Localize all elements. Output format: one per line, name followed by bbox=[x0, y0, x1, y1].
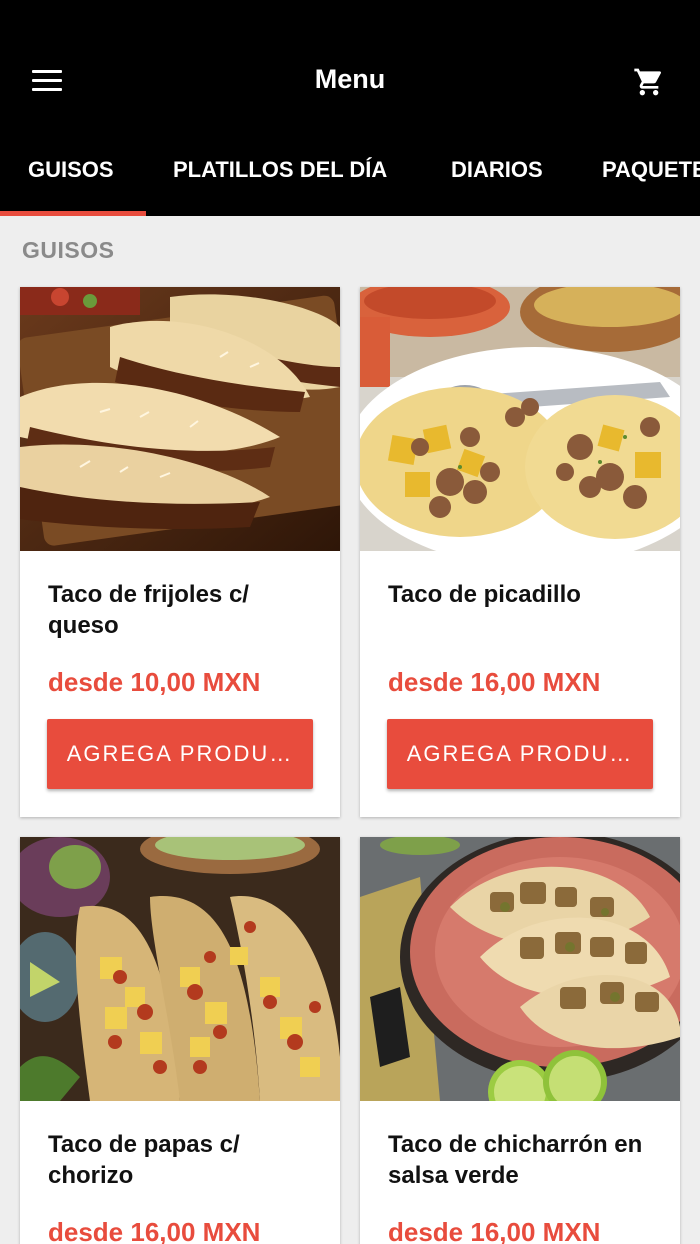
tab-paquetes[interactable]: PAQUETES bbox=[602, 140, 700, 216]
product-name: Taco de picadillo bbox=[388, 581, 581, 608]
app-screen: Menu GUISOS PLATILLOS DEL DÍA DIARIOS PA… bbox=[0, 0, 700, 1244]
add-product-button[interactable]: AGREGA PRODU… bbox=[47, 719, 313, 789]
product-card[interactable]: Taco de frijoles c/ queso desde 10,00 MX… bbox=[20, 287, 340, 817]
app-bar: Menu bbox=[0, 0, 700, 140]
tab-label: PLATILLOS DEL DÍA bbox=[173, 157, 388, 182]
shopping-cart-icon[interactable] bbox=[632, 66, 668, 98]
tab-diarios[interactable]: DIARIOS bbox=[451, 140, 543, 216]
tab-label: PAQUETES bbox=[602, 157, 700, 182]
product-photo bbox=[20, 287, 340, 551]
product-card[interactable]: Taco de picadillo desde 16,00 MXN AGREGA… bbox=[360, 287, 680, 817]
product-card[interactable]: Taco de chicharrón en salsa verde desde … bbox=[360, 837, 680, 1244]
product-price: desde 16,00 MXN bbox=[388, 667, 601, 697]
product-price: desde 16,00 MXN bbox=[48, 1217, 261, 1244]
product-photo bbox=[20, 837, 340, 1101]
product-card[interactable]: Taco de papas c/ chorizo desde 16,00 MXN bbox=[20, 837, 340, 1244]
tab-label: DIARIOS bbox=[451, 157, 543, 182]
section-title: GUISOS bbox=[22, 237, 115, 263]
product-name: Taco de papas c/ chorizo bbox=[48, 1131, 240, 1189]
product-price: desde 16,00 MXN bbox=[388, 1217, 601, 1244]
tab-guisos[interactable]: GUISOS bbox=[28, 140, 114, 216]
tab-label: GUISOS bbox=[28, 157, 114, 182]
product-photo bbox=[360, 287, 680, 551]
category-tab-bar: GUISOS PLATILLOS DEL DÍA DIARIOS PAQUETE… bbox=[0, 140, 700, 216]
active-tab-indicator bbox=[0, 211, 146, 216]
product-name: Taco de frijoles c/ queso bbox=[48, 581, 249, 639]
page-title: Menu bbox=[314, 64, 386, 94]
product-price: desde 10,00 MXN bbox=[48, 667, 261, 697]
add-product-button[interactable]: AGREGA PRODU… bbox=[387, 719, 653, 789]
tab-platillos-del-dia[interactable]: PLATILLOS DEL DÍA bbox=[173, 140, 387, 216]
product-name: Taco de chicharrón en salsa verde bbox=[388, 1131, 643, 1189]
product-photo bbox=[360, 837, 680, 1101]
